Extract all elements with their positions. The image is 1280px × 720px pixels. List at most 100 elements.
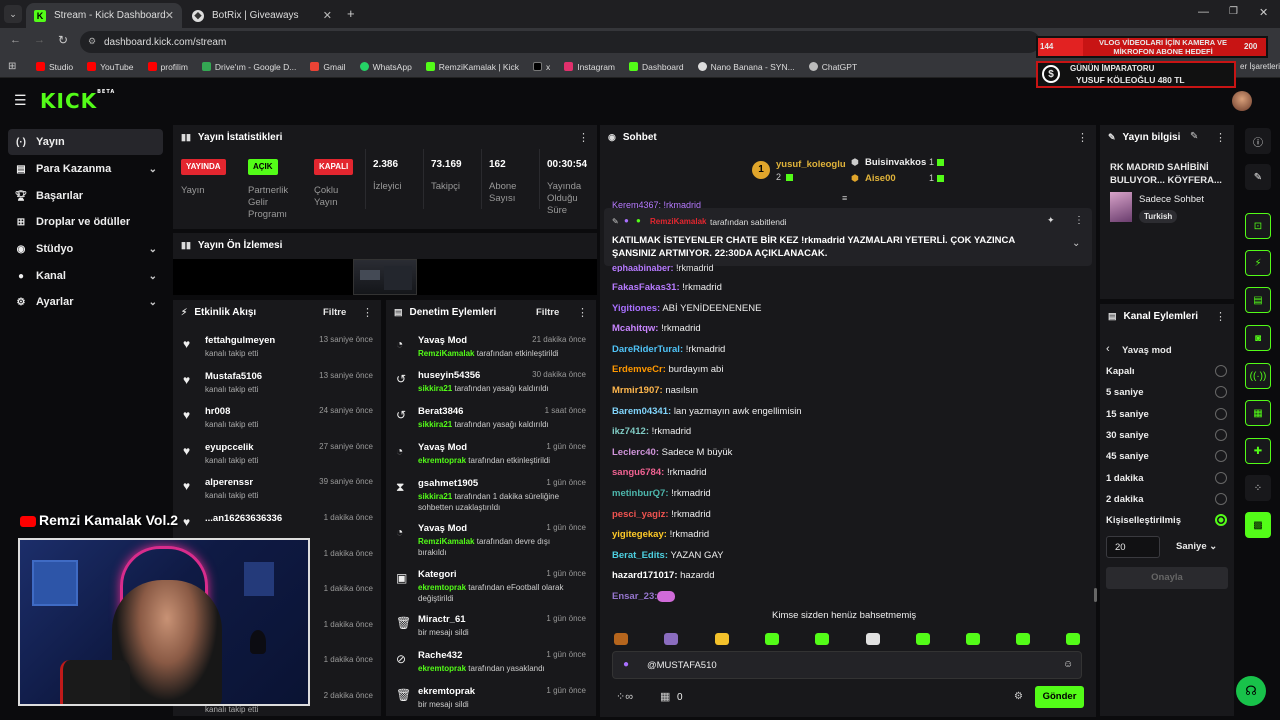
emote-button[interactable] [664,633,678,645]
slow-mode-option[interactable]: 15 saniye [1106,409,1149,420]
chat-settings-icon[interactable]: ⚙ [1014,691,1023,702]
broadcast-icon[interactable]: ((·)) [1245,363,1271,389]
chat-username[interactable]: ikz7412 [612,426,646,437]
support-icon[interactable]: ☊ [1236,676,1266,706]
edit-icon[interactable]: ✎ [1190,131,1198,142]
radio-button[interactable] [1215,514,1227,527]
wrench-icon[interactable]: ✚ [1245,438,1271,464]
kick-logo[interactable]: KICKBETA [40,89,115,113]
sidebar-item-para-kazanma[interactable]: ▤ Para Kazanma ⌄ [8,156,163,182]
emote-button[interactable] [715,633,729,645]
chat-scrollbar[interactable] [1094,588,1097,602]
chat-message[interactable]: Berat_Edits: YAZAN GAY [612,550,723,561]
close-tab-icon[interactable]: ✕ [323,9,332,22]
more-options-icon[interactable]: ⋮ [1077,131,1088,144]
pin-toggle-icon[interactable]: ✦ [1047,215,1055,226]
slow-mode-option[interactable]: 5 saniye [1106,387,1144,398]
chat-input[interactable]: ● @MUSTAFA510 ☺ [612,651,1082,679]
more-options-icon[interactable]: ⋮ [362,306,373,319]
list-icon[interactable]: ▤ [1245,287,1271,313]
site-info-icon[interactable]: ⚙ [88,36,96,47]
chat-message[interactable]: FakasFakas31: !rkmadrid [612,282,722,293]
filter-button[interactable]: Filtre [323,307,346,318]
edit-icon[interactable]: ✎ [1245,164,1271,190]
active-tool-icon[interactable]: ▩ [1245,512,1271,538]
bookmark-profilim[interactable]: profilim [147,62,188,72]
slow-mode-option[interactable]: 2 dakika [1106,494,1144,505]
restore-icon[interactable]: ❐ [1229,6,1238,17]
close-window-icon[interactable]: ✕ [1259,6,1268,19]
chat-message[interactable]: yigitegekay: !rkmadrid [612,529,709,540]
chat-username[interactable]: Yigitiones [612,303,657,314]
avatar[interactable] [1232,91,1252,111]
more-options-icon[interactable]: ⋮ [1215,131,1226,144]
chat-username[interactable]: Ensar_23 [612,591,654,602]
slow-mode-option[interactable]: Kişiselleştirilmiş [1106,515,1181,526]
more-options-icon[interactable]: ⋮ [577,306,588,319]
emote-button[interactable] [1066,633,1080,645]
chat-username[interactable]: ErdemveCr [612,364,663,375]
filter-button[interactable]: Filtre [536,307,559,318]
emote-button[interactable] [614,633,628,645]
bookmark-gmail[interactable]: Gmail [310,62,346,72]
chat-message[interactable]: hazard171017: hazardd [612,570,714,581]
chat-message[interactable]: ErdemveCr: burdayım abi [612,364,723,375]
chat-bubble-icon[interactable]: ◙ [1245,325,1271,351]
chat-username[interactable]: metinburQ7 [612,488,665,499]
chat-message[interactable]: Ensar_23: [612,591,657,602]
minimize-icon[interactable]: — [1198,6,1209,18]
chat-message[interactable]: sangu6784: !rkmadrid [612,467,707,478]
emote-button[interactable] [866,633,880,645]
points-icon[interactable]: ⁘∞ [616,690,633,703]
chat-message[interactable]: pesci_yagiz: !rkmadrid [612,509,711,520]
chat-username[interactable]: Mcahitqw [612,323,655,334]
radio-button[interactable] [1215,407,1227,420]
emote-button[interactable] [916,633,930,645]
dots-icon[interactable]: ⁘ [1245,475,1271,501]
info-icon[interactable]: ⓘ [1245,128,1271,154]
chat-username[interactable]: pesci_yagiz [612,509,665,520]
chat-username[interactable]: Barem04341 [612,406,668,417]
bookmark-whatsapp[interactable]: WhatsApp [359,62,412,72]
chat-username[interactable]: DareRiderTural [612,344,680,355]
preview-thumbnail[interactable] [173,259,597,295]
activity-row[interactable]: ♥ Mustafa5106 kanalı takip etti 13 saniye ö… [173,365,381,401]
bookmark-dashboard[interactable]: Dashboard [629,62,684,72]
lightning-icon[interactable]: ⚡︎ [1245,250,1271,276]
slow-mode-back-label[interactable]: Yavaş mod [1122,345,1172,356]
unit-select[interactable]: Saniye ⌄ [1168,536,1228,558]
category-name[interactable]: Sadece Sohbet [1139,194,1204,205]
chat-username[interactable]: yigitegekay [612,529,664,540]
more-options-icon[interactable]: ⋮ [578,131,589,144]
activity-row[interactable]: ♥ fettahgulmeyen kanalı takip etti 13 saniy… [173,329,381,365]
chat-username[interactable]: hazard171017 [612,570,674,581]
bookmark-youtube[interactable]: YouTube [87,62,134,72]
slow-mode-option[interactable]: Kapalı [1106,366,1135,377]
chat-message[interactable]: Barem04341: lan yazmayın awk engellimisi… [612,406,802,417]
bookmark-kick[interactable]: RemziKamalak | Kick [425,62,519,72]
sidebar-item-kanal[interactable]: ● Kanal ⌄ [8,263,163,289]
sidebar-item-droplar[interactable]: ⊞ Droplar ve ödüller [8,209,163,235]
moderation-row[interactable]: ▣ Kategori ekremtoprak tarafından eFootbal… [386,563,596,607]
chat-username[interactable]: Leclerc40 [612,447,656,458]
custom-seconds-input[interactable]: 20 [1106,536,1160,558]
sidebar-item-ayarlar[interactable]: ⚙ Ayarlar ⌄ [8,289,163,315]
bookmark-drive[interactable]: Drive'ım - Google D... [201,62,296,72]
radio-button[interactable] [1215,428,1227,441]
bookmark-instagram[interactable]: Instagram [564,62,615,72]
radio-button[interactable] [1215,492,1227,505]
chat-username[interactable]: Mrmir1907 [612,385,660,396]
url-input[interactable]: ⚙ dashboard.kick.com/stream [80,31,1040,53]
target-icon[interactable]: ⊡ [1245,213,1271,239]
slow-mode-option[interactable]: 30 saniye [1106,430,1149,441]
store-icon[interactable]: ▦ [660,690,670,703]
moderation-row[interactable]: 🗑︎ ekremtoprak bir mesajı sildi 1 gün önce [386,680,596,716]
bookmark-studio[interactable]: Studio [36,62,73,72]
chat-message[interactable]: ikz7412: !rkmadrid [612,426,691,437]
chat-message[interactable]: DareRiderTural: !rkmadrid [612,344,725,355]
more-options-icon[interactable]: ⋮ [1215,310,1226,323]
close-tab-icon[interactable]: ✕ [165,9,174,22]
bookmark-nano-banana[interactable]: Nano Banana - SYN... [697,62,795,72]
chat-message[interactable]: Mrmir1907: nasılsın [612,385,698,396]
send-button[interactable]: Gönder [1035,686,1084,708]
